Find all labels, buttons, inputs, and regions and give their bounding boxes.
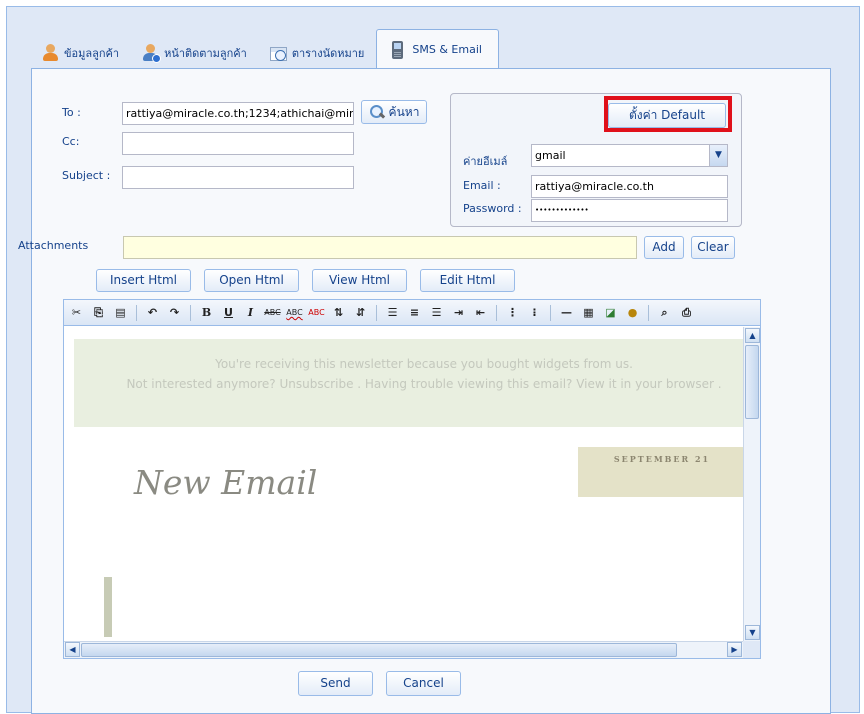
tab-label: ตารางนัดหมาย <box>291 47 365 60</box>
subject-field[interactable] <box>122 166 354 189</box>
horizontal-scroll-thumb[interactable] <box>81 643 677 657</box>
open-html-button[interactable]: Open Html <box>204 269 299 292</box>
insert-html-button[interactable]: Insert Html <box>96 269 191 292</box>
window-frame: ข้อมูลลูกค้า หน้าติดตามลูกค้า ตารางนัดหม… <box>6 6 860 714</box>
align-center-icon[interactable]: ≡ <box>406 304 423 321</box>
editor-content[interactable]: You're receiving this newsletter because… <box>64 327 743 641</box>
vertical-scrollbar[interactable]: ▲ ▼ <box>743 327 760 641</box>
email-title: New Email <box>134 463 318 502</box>
spellcheck-icon[interactable]: ABC <box>286 304 303 321</box>
to-label: To : <box>62 106 81 119</box>
view-html-button[interactable]: View Html <box>312 269 407 292</box>
date-box: SEPTEMBER 21 <box>578 447 743 497</box>
cancel-button[interactable]: Cancel <box>386 671 461 696</box>
strikethrough-icon[interactable]: ABC <box>264 304 281 321</box>
outdent-icon[interactable]: ⇤ <box>472 304 489 321</box>
provider-select[interactable]: gmail ▼ <box>531 144 728 167</box>
email-date: SEPTEMBER 21 <box>613 454 711 464</box>
editor-toolbar: ✂ ⎘ ▤ ↶ ↷ B U I ABC ABC ABC ⇅ ⇵ ☰ ≡ ☰ ⇥ <box>64 300 760 326</box>
magnifier-icon <box>369 104 385 120</box>
tab-label: ข้อมูลลูกค้า <box>64 47 120 60</box>
link-icon[interactable]: ● <box>624 304 641 321</box>
find-icon[interactable]: ⌕ <box>656 304 673 321</box>
toolbar-separator <box>376 304 377 321</box>
provider-value: gmail <box>535 149 566 162</box>
decorative-bar <box>104 577 112 637</box>
tab-customer-info[interactable]: ข้อมูลลูกค้า <box>31 37 129 69</box>
newsletter-header: You're receiving this newsletter because… <box>74 339 743 427</box>
sort-desc-icon[interactable]: ⇵ <box>352 304 369 321</box>
align-left-icon[interactable]: ☰ <box>384 304 401 321</box>
sort-asc-icon[interactable]: ⇅ <box>330 304 347 321</box>
scroll-down-icon[interactable]: ▼ <box>745 625 760 640</box>
image-icon[interactable]: ◪ <box>602 304 619 321</box>
attachments-field[interactable] <box>123 236 637 259</box>
cc-field[interactable] <box>122 132 354 155</box>
password-field[interactable]: ••••••••••••• <box>531 199 728 222</box>
italic-icon[interactable]: I <box>242 304 259 321</box>
email-field[interactable]: rattiya@miracle.co.th <box>531 175 728 198</box>
scroll-right-icon[interactable]: ▶ <box>727 642 742 657</box>
tab-bar: ข้อมูลลูกค้า หน้าติดตามลูกค้า ตารางนัดหม… <box>31 27 499 69</box>
table-icon[interactable]: ▦ <box>580 304 597 321</box>
tab-appointments[interactable]: ตารางนัดหมาย <box>259 37 375 69</box>
bullet-list-icon[interactable]: ⋮ <box>504 304 521 321</box>
cut-icon[interactable]: ✂ <box>68 304 85 321</box>
vertical-scroll-thumb[interactable] <box>745 345 759 419</box>
tab-label: หน้าติดตามลูกค้า <box>164 47 247 60</box>
search-button[interactable]: ค้นหา <box>361 100 427 124</box>
chevron-down-icon[interactable]: ▼ <box>709 145 727 166</box>
redo-icon[interactable]: ↷ <box>166 304 183 321</box>
tab-sms-email[interactable]: SMS & Email <box>376 29 499 69</box>
unsubscribe-notice: Not interested anymore? Unsubscribe . Ha… <box>126 377 722 391</box>
copy-icon[interactable]: ⎘ <box>90 304 107 321</box>
toolbar-separator <box>136 304 137 321</box>
subject-label: Subject : <box>62 169 111 182</box>
bold-icon[interactable]: B <box>198 304 215 321</box>
paste-icon[interactable]: ▤ <box>112 304 129 321</box>
add-attachment-button[interactable]: Add <box>644 236 684 259</box>
undo-icon[interactable]: ↶ <box>144 304 161 321</box>
calendar-clock-icon <box>269 44 287 62</box>
default-button-highlight <box>604 96 732 132</box>
email-label: Email : <box>463 179 501 192</box>
align-right-icon[interactable]: ☰ <box>428 304 445 321</box>
print-icon[interactable]: ⎙ <box>678 304 695 321</box>
tab-follow-up[interactable]: หน้าติดตามลูกค้า <box>131 37 257 69</box>
email-body: New Email SEPTEMBER 21 <box>104 427 743 641</box>
provider-label: ค่ายอีเมล์ <box>463 155 508 168</box>
to-field[interactable]: rattiya@miracle.co.th;1234;athichai@mira… <box>122 102 354 125</box>
toolbar-separator <box>496 304 497 321</box>
scroll-up-icon[interactable]: ▲ <box>745 328 760 343</box>
follow-up-icon <box>141 44 162 63</box>
toolbar-separator <box>190 304 191 321</box>
font-case-icon[interactable]: ABC <box>308 304 325 321</box>
toolbar-separator <box>648 304 649 321</box>
html-editor: ✂ ⎘ ▤ ↶ ↷ B U I ABC ABC ABC ⇅ ⇵ ☰ ≡ ☰ ⇥ <box>63 299 761 659</box>
customer-icon <box>41 44 59 62</box>
mobile-phone-icon <box>389 40 407 59</box>
edit-html-button[interactable]: Edit Html <box>420 269 515 292</box>
search-button-label: ค้นหา <box>388 104 420 119</box>
password-label: Password : <box>463 202 522 215</box>
clear-attachments-button[interactable]: Clear <box>691 236 735 259</box>
numbered-list-icon[interactable]: ⁝ <box>526 304 543 321</box>
tab-label: SMS & Email <box>412 43 482 56</box>
send-button[interactable]: Send <box>298 671 373 696</box>
scroll-left-icon[interactable]: ◀ <box>65 642 80 657</box>
scrollbar-corner <box>743 641 760 658</box>
sms-email-panel: To : rattiya@miracle.co.th;1234;athichai… <box>18 68 831 714</box>
newsletter-notice: You're receiving this newsletter because… <box>215 357 633 371</box>
toolbar-separator <box>550 304 551 321</box>
horizontal-scrollbar[interactable]: ◀ ▶ <box>64 641 743 658</box>
attachments-label: Attachments <box>18 239 89 252</box>
indent-icon[interactable]: ⇥ <box>450 304 467 321</box>
underline-icon[interactable]: U <box>220 304 237 321</box>
horizontal-rule-icon[interactable]: — <box>558 304 575 321</box>
cc-label: Cc: <box>62 135 80 148</box>
